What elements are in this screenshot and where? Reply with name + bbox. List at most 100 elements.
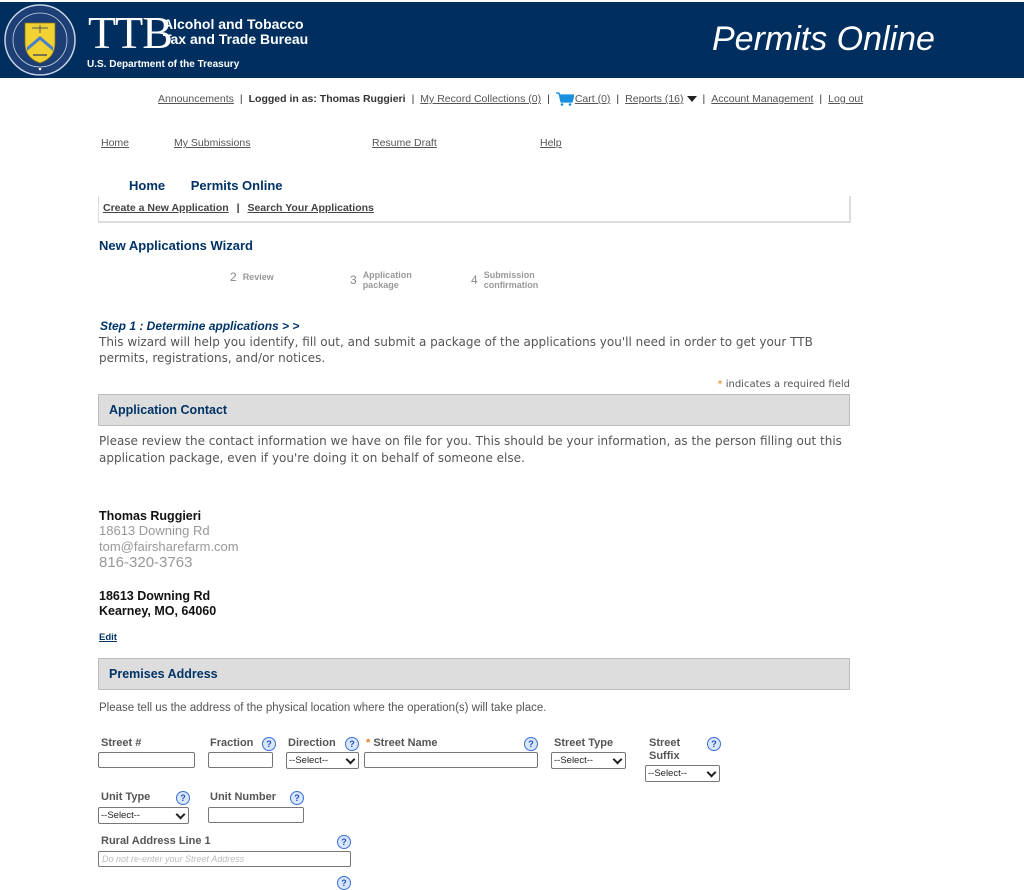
contact-name: Thomas Ruggieri [99,509,202,523]
street-type-label: Street Type [554,737,614,749]
fraction-input[interactable] [208,752,273,768]
site-header: TTB Alcohol and Tobacco Tax and Trade Bu… [0,2,1024,78]
edit-contact-link[interactable]: Edit [99,632,117,643]
current-step-heading: Step 1 : Determine applications > > [100,319,300,333]
required-field-note: * indicates a required field [718,379,850,390]
step-number: 4 [471,273,478,287]
step-number: 3 [350,273,357,287]
step-label: Submission confirmation [483,270,539,290]
wizard-intro: This wizard will help you identify, fill… [99,335,813,365]
contact-email: tom@fairsharefarm.com [99,539,239,554]
street-name-label-text: Street Name [373,737,438,749]
wizard-step-review: 2 Review [230,270,274,284]
street-suffix-label: Street Suffix [649,737,680,763]
street-suffix-select[interactable]: --Select-- [645,765,720,782]
ttb-logo: TTB [88,7,173,58]
required-note-text: indicates a required field [725,379,850,390]
street-number-label: Street # [101,737,142,749]
app-title: Permits Online [712,20,935,58]
agency-line-1: Alcohol and Tobacco [163,16,304,32]
fraction-label: Fraction [210,737,254,749]
street-name-input[interactable] [364,752,538,768]
cart-icon[interactable] [555,92,574,106]
wizard-title: New Applications Wizard [99,238,253,253]
unit-type-select[interactable]: --Select-- [98,807,189,824]
street-suffix-label-line-1: Street [649,737,681,749]
department-name: U.S. Department of the Treasury [87,59,240,70]
separator: | [702,93,706,105]
breadcrumb-home[interactable]: Home [129,178,165,193]
street-type-select-value: --Select-- [554,755,594,766]
account-management-link[interactable]: Account Management [711,93,813,105]
separator: | [239,93,243,105]
contact-street: 18613 Downing Rd [99,523,210,538]
street-name-label: * Street Name [366,737,438,749]
rural-address-line-1-input[interactable] [98,851,351,867]
application-contact-header: Application Contact [98,394,850,426]
nav-my-submissions[interactable]: My Submissions [174,137,250,149]
record-collections-link[interactable]: My Record Collections (0) [420,93,541,105]
street-number-input[interactable] [98,752,195,768]
premises-address-header: Premises Address [98,658,850,690]
nav-home[interactable]: Home [101,137,129,149]
contact-address-line-2: Kearney, MO, 64060 [99,604,217,618]
create-application-link[interactable]: Create a New Application [103,202,229,214]
rural-address-line-1-label: Rural Address Line 1 [101,835,211,847]
unit-number-label: Unit Number [210,791,276,803]
separator: | [819,93,823,105]
separator: | [616,93,620,105]
unit-type-label: Unit Type [101,791,151,803]
nav-resume-draft[interactable]: Resume Draft [372,137,437,149]
direction-select[interactable]: --Select-- [286,752,359,769]
utility-bar: Announcements | Logged in as: Thomas Rug… [158,92,863,106]
unit-type-help-icon[interactable]: ? [176,791,190,805]
application-contact-description: Please review the contact information we… [99,434,842,465]
breadcrumb: Home Permits Online [129,178,305,193]
street-suffix-help-icon[interactable]: ? [707,737,721,751]
street-suffix-select-value: --Select-- [648,768,688,779]
announcements-link[interactable]: Announcements [158,93,234,105]
wizard-step-application-package: 3 Application package [350,270,423,290]
chevron-down-icon [706,767,717,778]
rural-address-line-2-help-icon[interactable]: ? [337,876,351,890]
fraction-help-icon[interactable]: ? [262,737,276,751]
sub-links-box: Create a New Application | Search Your A… [98,196,851,223]
direction-label: Direction [288,737,336,749]
reports-dropdown-icon[interactable] [686,96,697,102]
separator: | [547,93,550,105]
section-title: Application Contact [109,403,228,417]
agency-name: Alcohol and Tobacco Tax and Trade Bureau [163,17,308,47]
unit-number-input[interactable] [208,807,304,823]
street-name-help-icon[interactable]: ? [524,737,538,751]
section-title: Premises Address [109,667,218,681]
agency-line-2: Tax and Trade Bureau [163,31,309,47]
nav-help[interactable]: Help [540,137,562,149]
breadcrumb-permits-online[interactable]: Permits Online [191,178,283,193]
separator: | [236,202,240,214]
direction-select-value: --Select-- [289,755,329,766]
wizard-step-submission-confirmation: 4 Submission confirmation [471,270,548,290]
cart-link[interactable]: Cart (0) [575,93,611,105]
step-label: Application package [362,270,412,290]
search-applications-link[interactable]: Search Your Applications [247,202,373,214]
direction-help-icon[interactable]: ? [345,737,359,751]
unit-type-select-value: --Select-- [101,810,141,821]
required-star: * [717,379,723,390]
logged-in-user: Logged in as: Thomas Ruggieri [248,93,406,105]
logout-link[interactable]: Log out [828,93,863,105]
contact-address-line-1: 18613 Downing Rd [99,589,211,603]
unit-number-help-icon[interactable]: ? [290,791,304,805]
reports-link[interactable]: Reports (16) [625,93,683,105]
rural-address-line-1-help-icon[interactable]: ? [337,835,351,849]
contact-phone: 816-320-3763 [99,554,193,571]
chevron-down-icon [175,809,186,820]
street-suffix-label-line-2: Suffix [649,750,680,762]
separator: | [411,93,415,105]
street-type-select[interactable]: --Select-- [551,752,626,769]
required-star: * [366,737,371,749]
step-number: 2 [230,270,237,284]
chevron-down-icon [612,754,623,765]
step-label: Review [242,272,274,282]
premises-address-description: Please tell us the address of the physic… [99,702,547,714]
chevron-down-icon [345,754,356,765]
